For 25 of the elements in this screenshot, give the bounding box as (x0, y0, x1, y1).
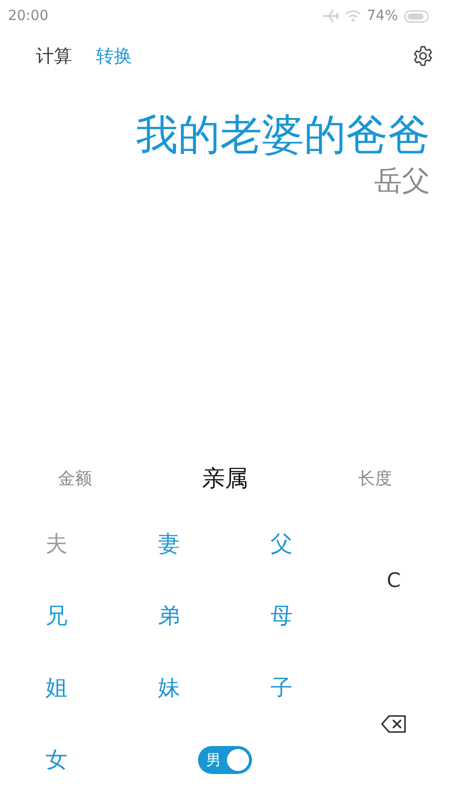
battery-icon (404, 10, 430, 22)
mode-tab[interactable]: 转换 (96, 44, 132, 68)
mode-tab[interactable]: 计算 (36, 44, 72, 68)
category-tab[interactable]: 金额 (0, 466, 150, 490)
status-time: 20:00 (8, 8, 48, 24)
relation-key[interactable]: 姐 (41, 669, 72, 707)
category-tab[interactable]: 长度 (300, 466, 450, 490)
clear-key[interactable]: C (382, 564, 405, 596)
relation-key[interactable]: 妻 (154, 525, 184, 563)
battery-percent: 74% (366, 8, 398, 24)
relation-key[interactable]: 母 (266, 597, 296, 635)
gender-toggle[interactable]: 男 (198, 746, 252, 774)
result-text: 岳父 (374, 163, 430, 200)
airplane-icon (322, 9, 339, 23)
relation-key[interactable]: 女 (41, 741, 72, 779)
expression-text: 我的老婆的爸爸 (136, 110, 430, 160)
category-tab[interactable]: 亲属 (150, 462, 300, 494)
backspace-icon[interactable] (380, 715, 407, 733)
relation-key[interactable]: 妹 (154, 669, 184, 707)
relation-key[interactable]: 兄 (41, 597, 72, 635)
wifi-icon (344, 10, 361, 22)
relation-key[interactable]: 弟 (154, 597, 184, 635)
settings-icon[interactable] (412, 45, 434, 67)
relation-key[interactable]: 子 (266, 669, 296, 707)
relation-key[interactable]: 父 (266, 525, 296, 563)
